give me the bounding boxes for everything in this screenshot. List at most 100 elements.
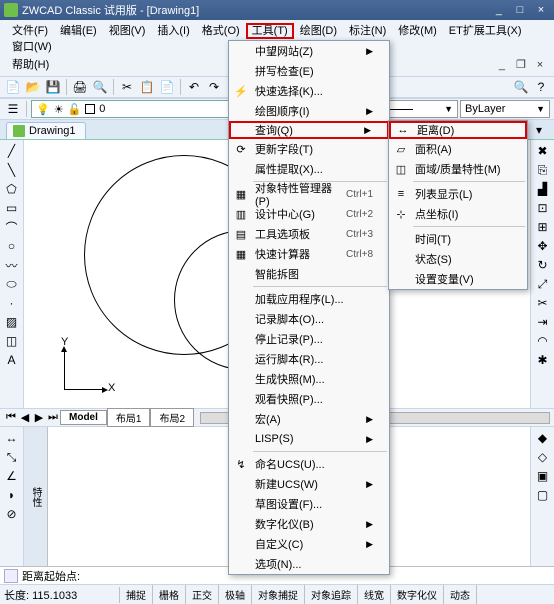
new-icon[interactable]: 📄 <box>4 78 22 96</box>
menu-row[interactable]: ▤工具选项板Ctrl+3 <box>229 224 389 244</box>
menu-row[interactable]: ⊹点坐标(I) <box>389 204 527 224</box>
menu-item[interactable]: ET扩展工具(X) <box>443 23 528 39</box>
trim-icon[interactable]: ✂ <box>534 294 552 312</box>
fillet-icon[interactable]: ◠ <box>534 332 552 350</box>
menu-item[interactable]: 标注(N) <box>343 23 392 39</box>
menu-row[interactable]: ◫面域/质量特性(M) <box>389 159 527 179</box>
maximize-button[interactable]: □ <box>511 4 529 16</box>
mirror-icon[interactable]: ▟ <box>534 180 552 198</box>
menu-item[interactable]: 工具(T) <box>246 23 294 39</box>
menu-item[interactable]: 视图(V) <box>103 23 152 39</box>
menu-row[interactable]: 停止记录(P)... <box>229 329 389 349</box>
menu-row[interactable]: LISP(S)▶ <box>229 429 389 449</box>
menu-item[interactable]: 修改(M) <box>392 23 443 39</box>
tool3-icon[interactable]: ▣ <box>534 467 552 485</box>
menu-row[interactable]: ≡列表显示(L) <box>389 184 527 204</box>
menu-help[interactable]: 帮助(H) <box>6 54 55 74</box>
menu-row[interactable]: 生成快照(M)... <box>229 369 389 389</box>
help-icon[interactable]: ? <box>532 78 550 96</box>
status-toggle[interactable]: 动态 <box>444 585 477 604</box>
menu-row[interactable]: 加载应用程序(L)... <box>229 289 389 309</box>
menu-item[interactable]: 绘图(D) <box>294 23 343 39</box>
text-icon[interactable]: A <box>3 351 21 369</box>
dim-aligned-icon[interactable]: ⤡ <box>3 448 21 466</box>
arc-icon[interactable]: ⌒ <box>3 218 21 236</box>
tab-menu-icon[interactable]: ▾ <box>530 121 548 139</box>
status-toggle[interactable]: 极轴 <box>219 585 252 604</box>
scale-icon[interactable]: ⤢ <box>534 275 552 293</box>
menu-item[interactable]: 编辑(E) <box>54 23 103 39</box>
status-toggle[interactable]: 对象追踪 <box>305 585 358 604</box>
dim-linear-icon[interactable]: ↔ <box>3 429 21 447</box>
move-icon[interactable]: ✥ <box>534 237 552 255</box>
status-toggle[interactable]: 栅格 <box>153 585 186 604</box>
save-icon[interactable]: 💾 <box>44 78 62 96</box>
ellipse-icon[interactable]: ⬭ <box>3 275 21 293</box>
menu-row[interactable]: 状态(S) <box>389 249 527 269</box>
cut-icon[interactable]: ✂ <box>118 78 136 96</box>
menu-item[interactable]: 插入(I) <box>151 23 195 39</box>
rectangle-icon[interactable]: ▭ <box>3 199 21 217</box>
preview-icon[interactable]: 🔍 <box>91 78 109 96</box>
array-icon[interactable]: ⊞ <box>534 218 552 236</box>
menu-row[interactable]: 选项(N)... <box>229 554 389 574</box>
menu-row[interactable]: ▥设计中心(G)Ctrl+2 <box>229 204 389 224</box>
polyline-icon[interactable]: ╲ <box>3 161 21 179</box>
menu-item[interactable]: 格式(O) <box>196 23 246 39</box>
menu-row[interactable]: ↔距离(D) <box>389 121 527 139</box>
menu-row[interactable]: 中望网站(Z)▶ <box>229 41 389 61</box>
polygon-icon[interactable]: ⬠ <box>3 180 21 198</box>
status-toggle[interactable]: 正交 <box>186 585 219 604</box>
menu-row[interactable]: 新建UCS(W)▶ <box>229 474 389 494</box>
menu-row[interactable]: 绘图顺序(I)▶ <box>229 101 389 121</box>
doc-close-button[interactable]: × <box>532 59 548 71</box>
bylayer-combo[interactable]: ByLayer ▼ <box>460 100 550 118</box>
model-tab[interactable]: Model <box>60 410 107 425</box>
menu-row[interactable]: 观看快照(P)... <box>229 389 389 409</box>
line-icon[interactable]: ╱ <box>3 142 21 160</box>
menu-row[interactable]: ▦对象特性管理器(P)Ctrl+1 <box>229 184 389 204</box>
minimize-button[interactable]: _ <box>490 4 508 16</box>
extend-icon[interactable]: ⇥ <box>534 313 552 331</box>
menu-row[interactable]: 运行脚本(R)... <box>229 349 389 369</box>
menu-row[interactable]: ⟳更新字段(T) <box>229 139 389 159</box>
tool2-icon[interactable]: ◇ <box>534 448 552 466</box>
menu-row[interactable]: 查询(Q)▶ <box>229 121 389 139</box>
spline-icon[interactable]: 〰 <box>3 256 21 274</box>
rotate-icon[interactable]: ↻ <box>534 256 552 274</box>
menu-row[interactable]: 自定义(C)▶ <box>229 534 389 554</box>
menu-item[interactable]: 文件(F) <box>6 23 54 39</box>
print-icon[interactable]: 🖨 <box>71 78 89 96</box>
erase-icon[interactable]: ✖ <box>534 142 552 160</box>
search-icon[interactable]: 🔍 <box>512 78 530 96</box>
paste-icon[interactable]: 📄 <box>158 78 176 96</box>
status-toggle[interactable]: 线宽 <box>358 585 391 604</box>
menu-row[interactable]: ▱面积(A) <box>389 139 527 159</box>
doc-restore-button[interactable]: ❐ <box>513 58 529 71</box>
tab-first-icon[interactable]: ⏮ <box>4 411 18 424</box>
copy-icon[interactable]: 📋 <box>138 78 156 96</box>
dim-angular-icon[interactable]: ∠ <box>3 467 21 485</box>
explode-icon[interactable]: ✱ <box>534 351 552 369</box>
redo-icon[interactable]: ↷ <box>205 78 223 96</box>
tab-prev-icon[interactable]: ◀ <box>18 411 32 424</box>
tab-last-icon[interactable]: ⏭ <box>46 411 60 424</box>
layout2-tab[interactable]: 布局2 <box>150 408 194 427</box>
menu-row[interactable]: ↯命名UCS(U)... <box>229 454 389 474</box>
dim-diameter-icon[interactable]: ⊘ <box>3 505 21 523</box>
circle-icon[interactable]: ○ <box>3 237 21 255</box>
menu-row[interactable]: 智能拆图 <box>229 264 389 284</box>
layer-manager-icon[interactable]: ☰ <box>4 100 22 118</box>
properties-tab[interactable]: 特性 <box>24 427 48 566</box>
menu-row[interactable]: 宏(A)▶ <box>229 409 389 429</box>
menu-row[interactable]: ▦快速计算器Ctrl+8 <box>229 244 389 264</box>
copy2-icon[interactable]: ⎘ <box>534 161 552 179</box>
layout1-tab[interactable]: 布局1 <box>107 408 151 427</box>
offset-icon[interactable]: ⊡ <box>534 199 552 217</box>
status-toggle[interactable]: 对象捕捉 <box>252 585 305 604</box>
status-toggle[interactable]: 数字化仪 <box>391 585 444 604</box>
menu-row[interactable]: 记录脚本(O)... <box>229 309 389 329</box>
tool1-icon[interactable]: ◆ <box>534 429 552 447</box>
menu-row[interactable]: 设置变量(V) <box>389 269 527 289</box>
menu-row[interactable]: 数字化仪(B)▶ <box>229 514 389 534</box>
